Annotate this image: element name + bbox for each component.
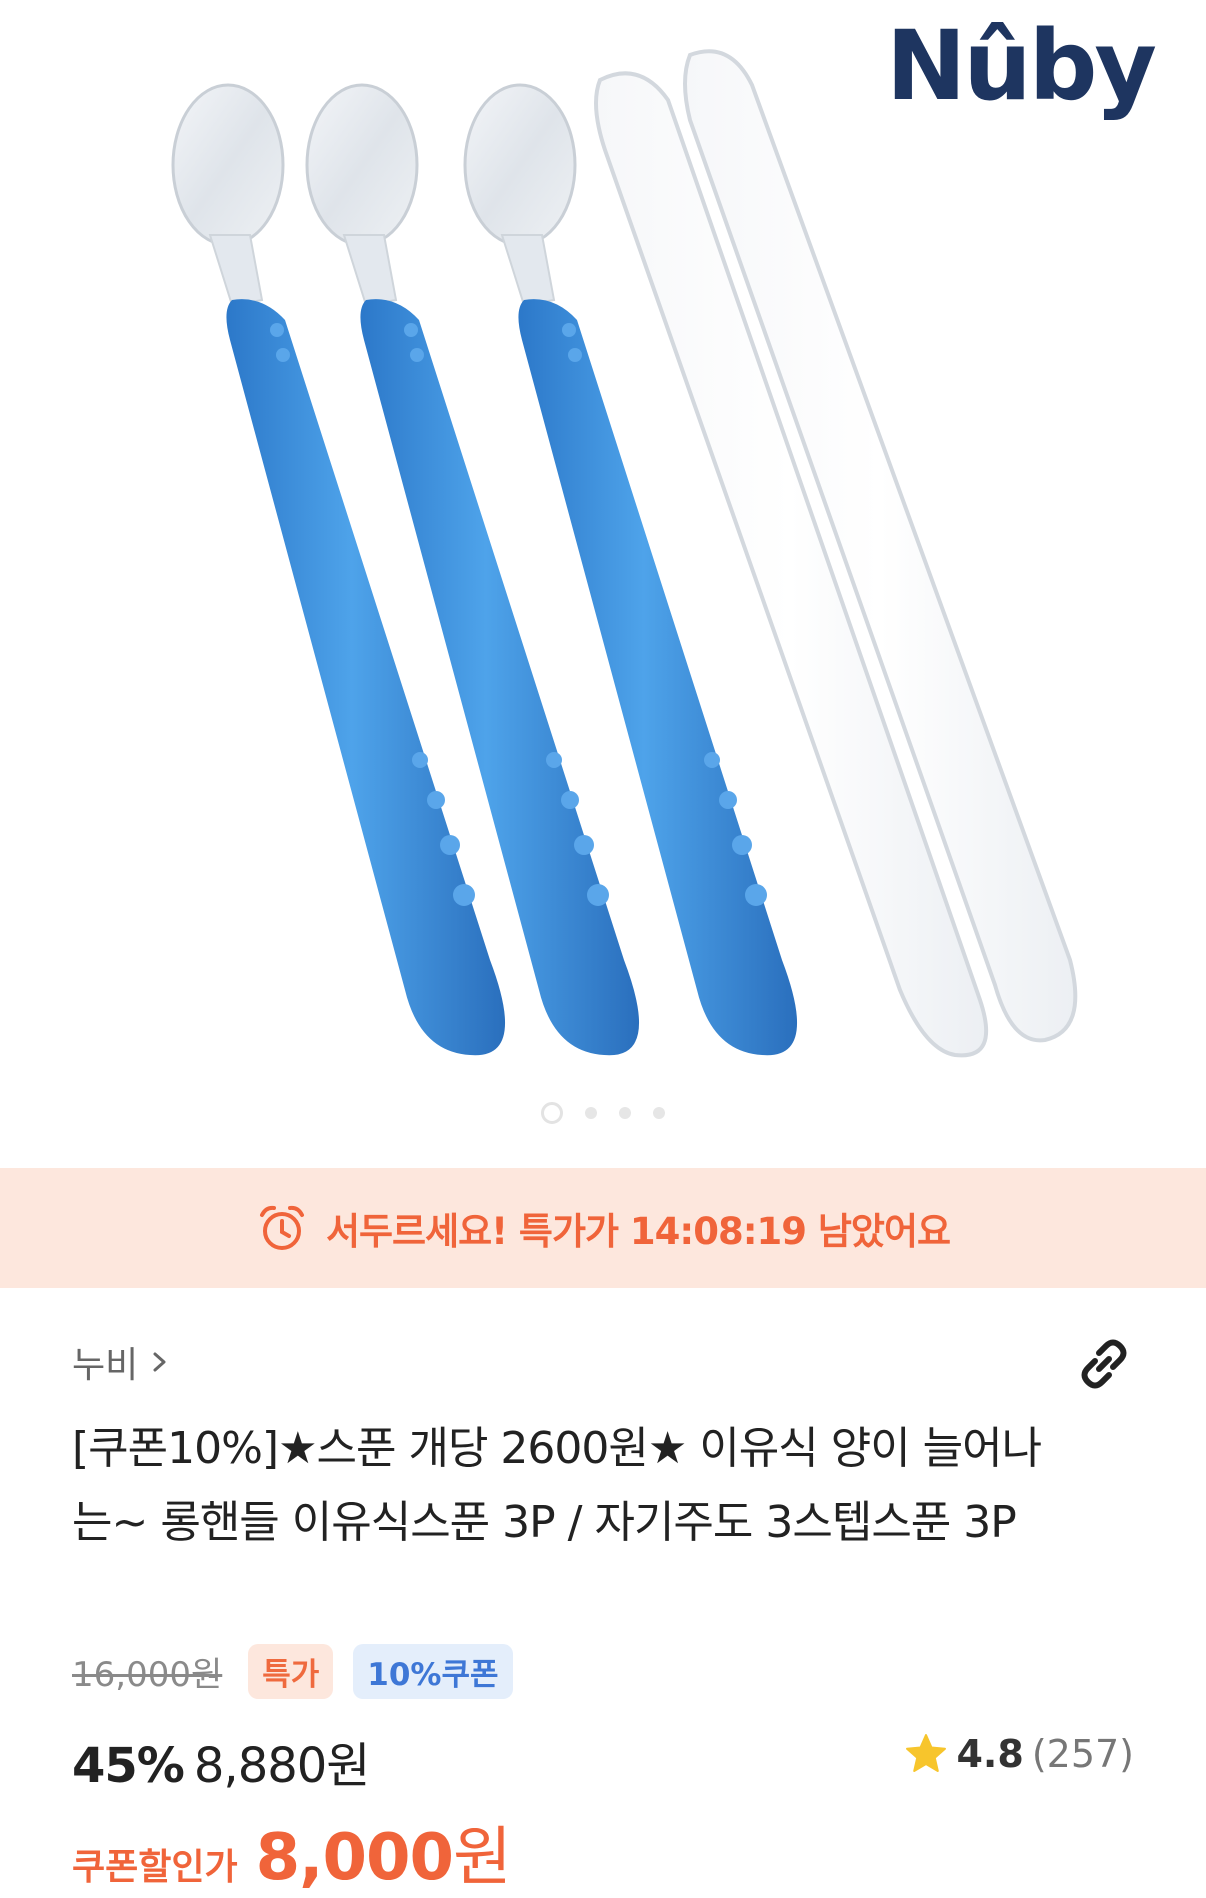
brand-name[interactable]: 누비	[72, 1336, 138, 1388]
coupon-badge: 10%쿠폰	[353, 1644, 513, 1699]
price-tags: 16,000원 특가 10%쿠폰	[72, 1644, 513, 1699]
sale-price-value: 8,880원	[193, 1738, 371, 1794]
product-title: [쿠폰10%]★스푼 개당 2600원★ 이유식 양이 늘어나는~ 롱핸들 이유…	[72, 1423, 1042, 1548]
coupon-price-number: 8,000	[255, 1821, 454, 1895]
carousel-dot-2[interactable]	[585, 1107, 597, 1119]
rating-score: 4.8	[956, 1732, 1024, 1776]
coupon-price: 8,000원	[255, 1806, 512, 1898]
timer-text: 서두르세요! 특가가 14:08:19 남았어요	[325, 1210, 951, 1253]
carousel-dot-3[interactable]	[619, 1107, 631, 1119]
star-icon	[906, 1734, 947, 1772]
carousel-dot-4[interactable]	[653, 1107, 665, 1119]
product-image[interactable]: Nûby	[0, 0, 1206, 1168]
brand-breadcrumb[interactable]: 누비	[72, 1336, 170, 1388]
special-deal-badge: 특가	[248, 1644, 334, 1699]
review-count[interactable]: (257)	[1032, 1732, 1134, 1776]
coupon-price-label: 쿠폰할인가	[72, 1847, 238, 1888]
brand-logo: Nûby	[886, 10, 1157, 122]
coupon-price-unit: 원	[453, 1821, 512, 1895]
carousel-dot-1[interactable]	[541, 1102, 563, 1124]
carousel-indicator[interactable]	[0, 1102, 1206, 1124]
sale-price: 45% 8,880원	[72, 1726, 371, 1796]
deal-timer-banner: 서두르세요! 특가가 14:08:19 남았어요	[0, 1168, 1206, 1288]
coupon-price-row: 쿠폰할인가 8,000원	[72, 1806, 512, 1898]
product-photo	[171, 49, 1078, 1058]
chevron-right-icon	[153, 1352, 166, 1372]
discount-rate: 45%	[72, 1738, 185, 1794]
original-price: 16,000원	[72, 1655, 223, 1695]
spoon-case	[594, 49, 1078, 1058]
alarm-clock-icon	[259, 1205, 304, 1250]
rating[interactable]: 4.8 (257)	[904, 1732, 1134, 1776]
share-link-icon[interactable]	[1068, 1328, 1140, 1400]
price-row: 45% 8,880원 4.8 (257)	[72, 1726, 1134, 1798]
